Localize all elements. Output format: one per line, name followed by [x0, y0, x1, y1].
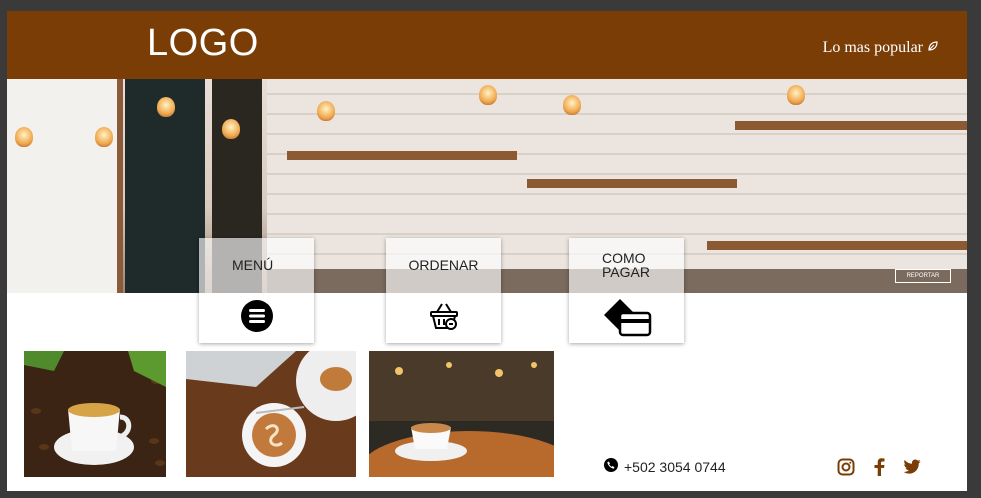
nav-card-label: MENÚ — [232, 257, 274, 273]
phone-number: +502 3054 0744 — [624, 458, 726, 475]
light-bulb — [15, 127, 33, 147]
shelf — [287, 151, 517, 160]
logo[interactable]: LOGO — [147, 22, 259, 65]
nav-card-order[interactable]: ORDENAR — [386, 238, 501, 343]
nav-card-label: COMO PAGAR — [602, 250, 650, 280]
shelf — [707, 241, 967, 250]
nav-card-label: ORDENAR — [408, 257, 479, 273]
social-links — [837, 458, 921, 476]
light-bulb — [95, 127, 113, 147]
header: LOGO Lo mas popular — [7, 11, 967, 79]
light-bulb — [787, 85, 805, 105]
light-bulb — [317, 101, 335, 121]
twitter-icon[interactable] — [903, 459, 921, 475]
light-bulb — [222, 119, 240, 139]
page: LOGO Lo mas popular REPORTAR MENÚ ORDENA… — [7, 11, 967, 491]
gallery-photo-coffee-beans[interactable] — [24, 351, 166, 477]
report-button[interactable]: REPORTAR — [895, 269, 951, 283]
light-bulb — [479, 85, 497, 105]
gallery-photo-latte[interactable] — [186, 351, 356, 477]
shelf — [735, 121, 967, 130]
popular-label: Lo mas popular — [822, 39, 923, 56]
light-bulb — [157, 97, 175, 117]
facebook-icon[interactable] — [873, 458, 885, 476]
shelf — [527, 179, 737, 188]
phone-icon — [604, 458, 618, 475]
leaf-icon — [927, 39, 939, 57]
phone-contact[interactable]: +502 3054 0744 — [604, 458, 726, 475]
light-bulb — [563, 95, 581, 115]
nav-card-payment[interactable]: COMO PAGAR — [569, 238, 684, 343]
payment-card-icon — [602, 295, 652, 342]
menu-icon — [240, 299, 274, 338]
instagram-icon[interactable] — [837, 458, 855, 476]
nav-card-menu[interactable]: MENÚ — [199, 238, 314, 343]
door — [7, 79, 123, 293]
gallery-photo-cafe-table[interactable] — [369, 351, 554, 477]
basket-icon — [428, 300, 460, 337]
popular-link[interactable]: Lo mas popular — [823, 39, 939, 57]
